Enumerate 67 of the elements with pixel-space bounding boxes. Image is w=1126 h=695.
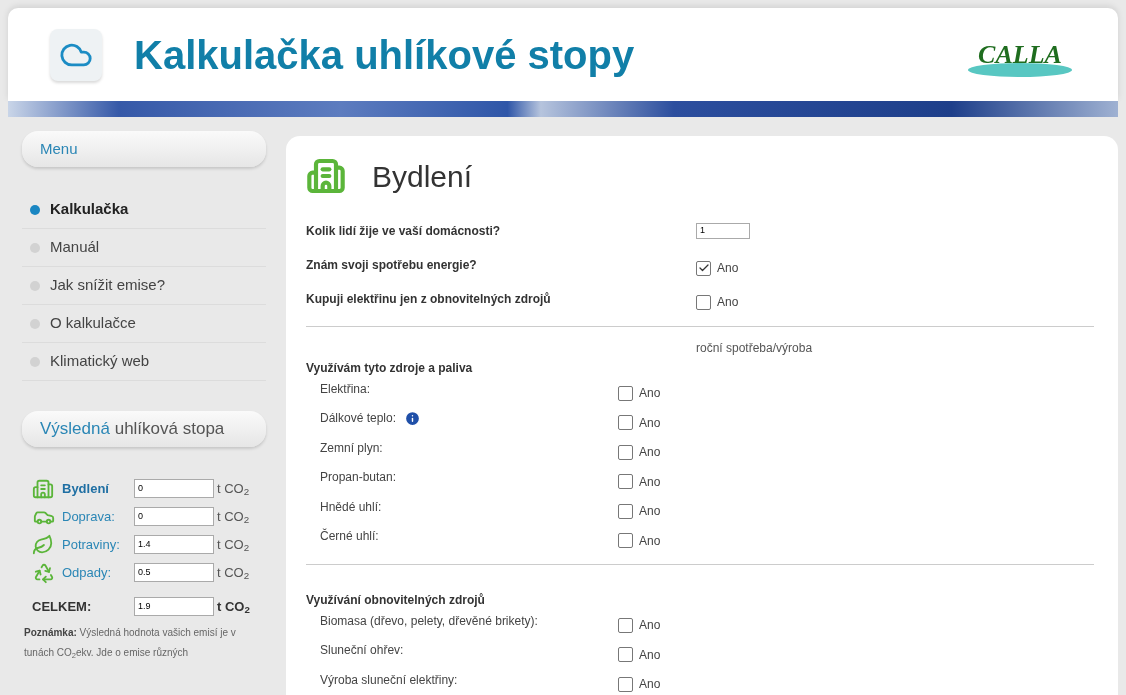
checkbox[interactable] [618, 676, 633, 692]
checkbox[interactable] [618, 385, 633, 401]
value-field: 0.5 [134, 563, 214, 582]
question-label: Kolik lidí žije ve vaší domácnosti? [306, 223, 502, 240]
checkbox[interactable] [696, 294, 711, 310]
section-title: Bydlení [372, 158, 473, 195]
unit-label: t CO$_{2}$ [217, 479, 250, 499]
option-label: Ano [717, 260, 739, 277]
menu-item[interactable]: Jak snížit emise? [22, 267, 266, 305]
checkbox[interactable] [618, 474, 633, 490]
source-label: Biomasa (dřevo, pelety, dřevěné brikety): [320, 612, 538, 630]
menu-item[interactable]: Kalkulačka [22, 191, 266, 229]
source-label: Zemní plyn: [320, 439, 383, 457]
number-field[interactable]: 1 [696, 223, 750, 239]
checkbox[interactable] [618, 444, 633, 460]
option-label: Ano [639, 676, 661, 694]
checkbox[interactable] [618, 533, 633, 549]
unit-label: t CO$_{2}$ [217, 535, 250, 555]
menu-item[interactable]: Manuál [22, 229, 266, 267]
cloud-icon [50, 28, 102, 81]
group-title: Využívání obnovitelných zdrojů [306, 592, 486, 609]
checkbox[interactable] [618, 647, 633, 663]
source-label: Elektřina: [320, 380, 371, 398]
menu-header: Menu [22, 131, 266, 167]
source-label: Propan-butan: [320, 469, 397, 487]
option-label: Ano [639, 473, 661, 491]
option-label: Ano [639, 532, 661, 550]
checkbox[interactable] [696, 260, 711, 276]
option-label: Ano [639, 646, 661, 664]
recycle-icon [32, 561, 56, 584]
value-field: 0 [134, 507, 214, 526]
category-label[interactable]: Bydlení [62, 478, 134, 499]
column-header: roční spotřeba/výroba [696, 340, 813, 357]
results-header: Výsledná uhlíková stopa [22, 411, 266, 447]
option-label: Ano [639, 617, 661, 635]
value-field: 1.4 [134, 535, 214, 554]
checkbox[interactable] [618, 617, 633, 633]
option-label: Ano [639, 444, 661, 462]
menu-item[interactable]: O kalkulačce [22, 305, 266, 343]
source-label: Dálkové teplo: [320, 410, 397, 428]
checkbox[interactable] [618, 503, 633, 519]
unit-label: t CO$_{2}$ [217, 563, 250, 583]
info-icon[interactable] [404, 409, 422, 427]
source-label: Hnědé uhlí: [320, 498, 382, 516]
building-icon [306, 156, 346, 196]
building-icon [32, 477, 54, 500]
group-title: Využívám tyto zdroje a paliva [306, 360, 474, 377]
total-label: CELKEM: [32, 597, 93, 616]
option-label: Ano [639, 414, 661, 432]
value-field: 0 [134, 479, 214, 498]
source-label: Výroba sluneční elektřiny: [320, 671, 458, 689]
checkbox[interactable] [618, 415, 633, 431]
option-label: Ano [639, 385, 661, 403]
unit-label: t CO$_{2}$ [217, 597, 250, 617]
source-label: Černé uhlí: [320, 527, 379, 546]
option-label: Ano [717, 294, 739, 311]
page-title: Kalkulačka uhlíkové stopy [134, 34, 635, 75]
question-label: Kupuji elektřinu jen z obnovitelných zdrojů [306, 291, 552, 308]
logo: CALLA [964, 29, 1076, 80]
unit-label: t CO$_{2}$ [217, 507, 250, 527]
leaf-icon [32, 533, 54, 556]
total-field: 1.9 [134, 597, 214, 616]
menu-item[interactable]: Klimatický web [22, 343, 266, 381]
option-label: Ano [639, 503, 661, 521]
note-text: Poznámka: Výsledná hodnota vašich emisí je v tunách CO$_{2}$ekv. Jde o emise různých [23, 626, 237, 662]
question-label: Znám svoji spotřebu energie? [306, 257, 478, 274]
source-label: Sluneční ohřev: [320, 642, 404, 660]
